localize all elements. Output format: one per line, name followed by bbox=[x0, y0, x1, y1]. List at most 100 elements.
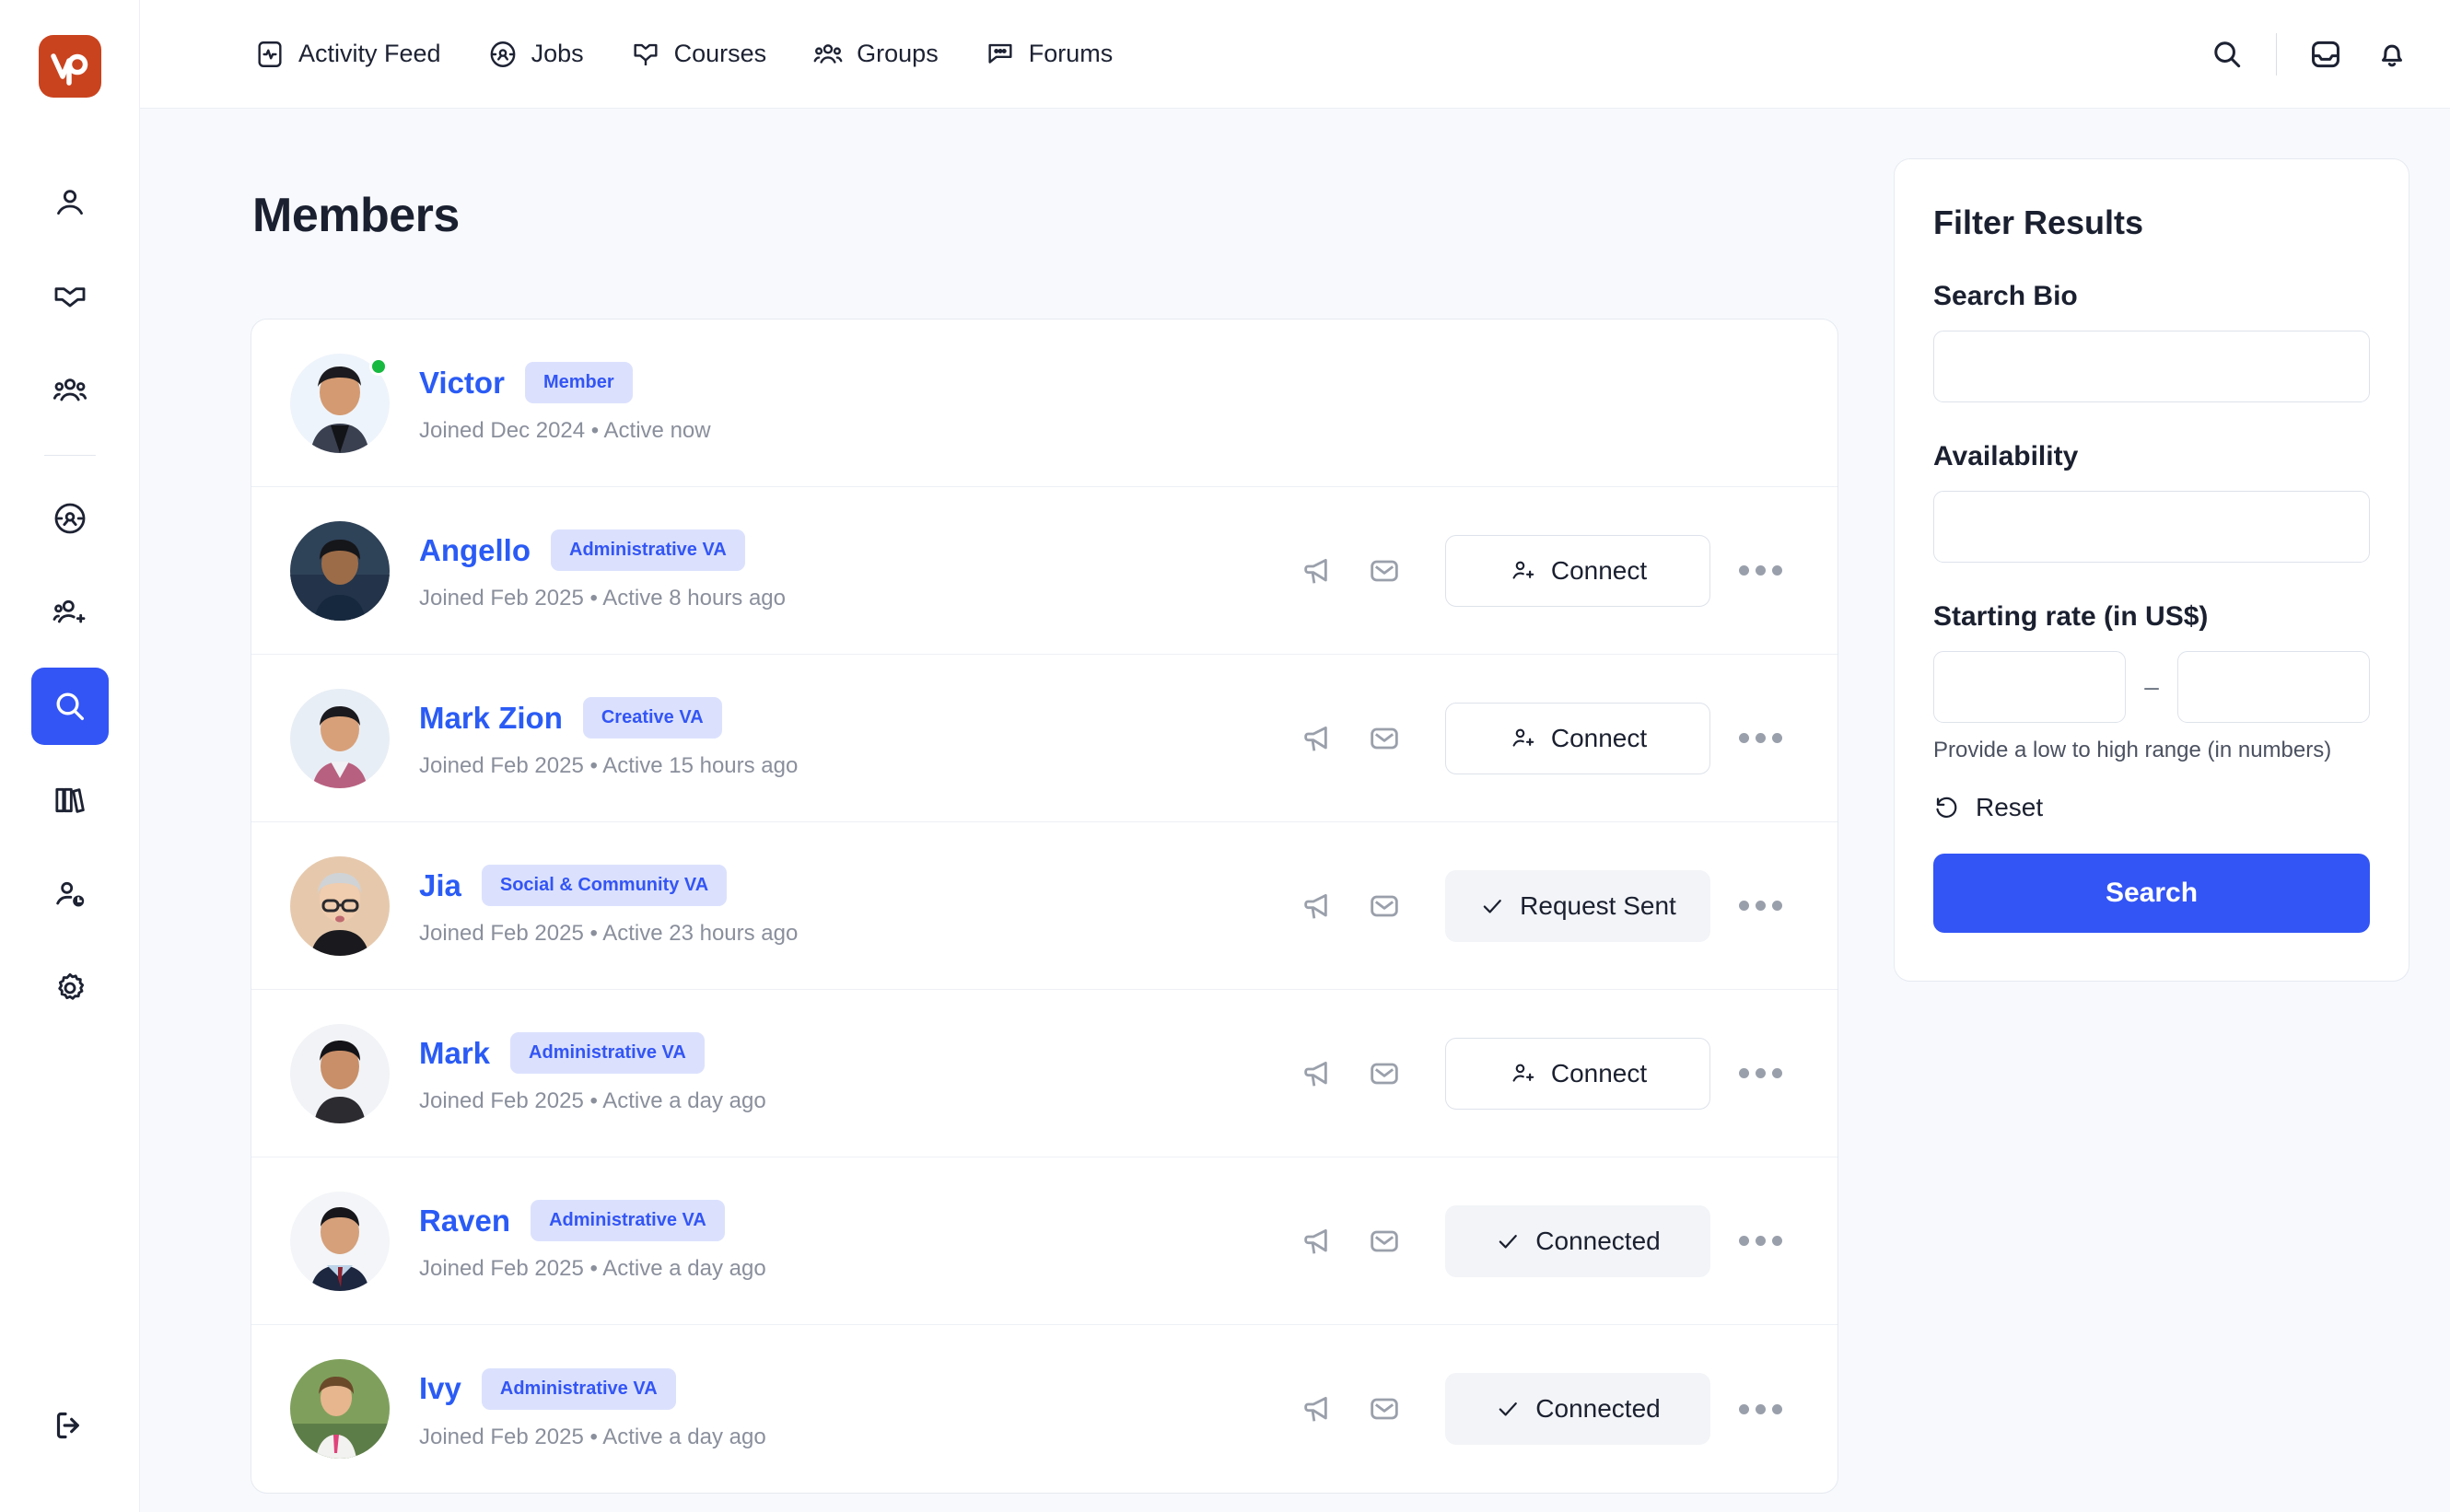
connected-button[interactable]: Connected bbox=[1445, 1373, 1710, 1445]
nav-jobs[interactable]: Jobs bbox=[487, 39, 584, 70]
table-row[interactable]: Mark Zion Creative VA Joined Feb 2025 • … bbox=[251, 655, 1838, 822]
connect-button[interactable]: Connect bbox=[1445, 702, 1710, 774]
table-row[interactable]: Victor Member Joined Dec 2024 • Active n… bbox=[251, 320, 1838, 487]
top-nav: Activity Feed Jobs Courses Groups Forums bbox=[254, 39, 1113, 70]
search-bio-label: Search Bio bbox=[1933, 281, 2078, 311]
row-actions: Connect bbox=[1285, 534, 1799, 607]
table-row[interactable]: Raven Administrative VA Joined Feb 2025 … bbox=[251, 1157, 1838, 1325]
brand-logo[interactable] bbox=[38, 35, 101, 98]
search-button[interactable]: Search bbox=[1933, 854, 2370, 933]
avatar[interactable] bbox=[290, 1023, 390, 1123]
megaphone-button[interactable] bbox=[1285, 1214, 1351, 1269]
table-row[interactable]: Ivy Administrative VA Joined Feb 2025 • … bbox=[251, 1325, 1838, 1493]
nav-label: Activity Feed bbox=[298, 40, 441, 67]
message-button[interactable] bbox=[1351, 1214, 1418, 1269]
logout-button[interactable] bbox=[31, 1387, 109, 1464]
table-row[interactable]: Angello Administrative VA Joined Feb 202… bbox=[251, 487, 1838, 655]
nav-forums[interactable]: Forums bbox=[985, 39, 1113, 70]
row-actions: Connect bbox=[1285, 702, 1799, 774]
avatar[interactable] bbox=[290, 855, 390, 956]
connect-button[interactable]: Connect bbox=[1445, 534, 1710, 607]
member-info: Victor Member Joined Dec 2024 • Active n… bbox=[419, 362, 1799, 444]
member-info: Mark Zion Creative VA Joined Feb 2025 • … bbox=[419, 697, 1285, 779]
envelope-icon bbox=[1371, 1230, 1398, 1251]
member-name[interactable]: Victor bbox=[419, 366, 505, 401]
sidebar-item-profile[interactable] bbox=[31, 164, 109, 241]
rate-min-input[interactable] bbox=[1933, 651, 2127, 723]
more-options-button[interactable] bbox=[1721, 1214, 1799, 1269]
inbox-button[interactable] bbox=[2308, 37, 2343, 72]
connected-label: Connected bbox=[1535, 1226, 1661, 1255]
open-book-icon bbox=[54, 287, 85, 308]
member-name[interactable]: Angello bbox=[419, 533, 531, 568]
nav-activity-feed[interactable]: Activity Feed bbox=[254, 39, 441, 70]
members-list: Victor Member Joined Dec 2024 • Active n… bbox=[251, 319, 1838, 1494]
nav-groups[interactable]: Groups bbox=[812, 39, 939, 70]
megaphone-icon bbox=[1304, 726, 1327, 751]
message-button[interactable] bbox=[1351, 543, 1418, 599]
member-name[interactable]: Mark bbox=[419, 1036, 490, 1071]
avatar[interactable] bbox=[290, 1359, 390, 1459]
connect-button-label: Connect bbox=[1550, 723, 1648, 752]
members-column: Members Victor Member Joined Dec 2024 • … bbox=[251, 158, 1838, 1512]
filter-column: Filter Results Search Bio Availability S… bbox=[1894, 158, 2409, 1512]
dot bbox=[1771, 1403, 1782, 1414]
envelope-icon bbox=[1371, 560, 1398, 581]
more-options-button[interactable] bbox=[1721, 711, 1799, 766]
person-clock-icon bbox=[55, 881, 84, 907]
add-person-icon bbox=[52, 599, 85, 623]
reset-button[interactable]: Reset bbox=[1933, 793, 2370, 822]
megaphone-button[interactable] bbox=[1285, 1381, 1351, 1436]
message-button[interactable] bbox=[1351, 878, 1418, 934]
name-line: Raven Administrative VA bbox=[419, 1200, 1285, 1241]
sidebar-item-groups[interactable] bbox=[31, 352, 109, 429]
dot bbox=[1771, 733, 1782, 743]
name-line: Victor Member bbox=[419, 362, 1799, 403]
avatar[interactable] bbox=[290, 1191, 390, 1291]
megaphone-button[interactable] bbox=[1285, 711, 1351, 766]
request-sent-button[interactable]: Request Sent bbox=[1445, 869, 1710, 942]
dot bbox=[1755, 733, 1766, 743]
header-search-button[interactable] bbox=[2210, 37, 2245, 72]
megaphone-button[interactable] bbox=[1285, 878, 1351, 934]
sidebar-item-settings[interactable] bbox=[31, 949, 109, 1027]
notifications-button[interactable] bbox=[2374, 37, 2409, 72]
more-options-button[interactable] bbox=[1721, 1046, 1799, 1101]
search-bio-input[interactable] bbox=[1933, 331, 2370, 402]
megaphone-button[interactable] bbox=[1285, 1046, 1351, 1101]
dot bbox=[1755, 1236, 1766, 1246]
sidebar-item-time-tracking[interactable] bbox=[31, 855, 109, 933]
dot bbox=[1771, 901, 1782, 911]
table-row[interactable]: Mark Administrative VA Joined Feb 2025 •… bbox=[251, 990, 1838, 1157]
avatar-wrap bbox=[290, 1359, 390, 1459]
name-line: Ivy Administrative VA bbox=[419, 1367, 1285, 1410]
table-row[interactable]: Jia Social & Community VA Joined Feb 202… bbox=[251, 822, 1838, 990]
availability-input[interactable] bbox=[1933, 491, 2370, 563]
sidebar-item-library[interactable] bbox=[31, 762, 109, 839]
message-button[interactable] bbox=[1351, 1046, 1418, 1101]
nav-label: Jobs bbox=[531, 40, 584, 67]
rate-max-input[interactable] bbox=[2176, 651, 2371, 723]
more-options-button[interactable] bbox=[1721, 878, 1799, 934]
connect-button[interactable]: Connect bbox=[1445, 1037, 1710, 1110]
megaphone-button[interactable] bbox=[1285, 543, 1351, 599]
dot bbox=[1738, 1068, 1749, 1078]
sidebar-item-connections[interactable] bbox=[31, 574, 109, 651]
message-button[interactable] bbox=[1351, 1381, 1418, 1436]
sidebar-item-search[interactable] bbox=[30, 668, 109, 745]
avatar[interactable] bbox=[290, 520, 390, 621]
member-name[interactable]: Jia bbox=[419, 868, 461, 903]
connected-button[interactable]: Connected bbox=[1445, 1204, 1710, 1277]
message-button[interactable] bbox=[1351, 711, 1418, 766]
member-name[interactable]: Ivy bbox=[419, 1371, 461, 1406]
nav-courses[interactable]: Courses bbox=[630, 39, 766, 70]
sidebar-item-bookmarks[interactable] bbox=[31, 258, 109, 335]
megaphone-icon bbox=[1304, 558, 1327, 584]
more-options-button[interactable] bbox=[1721, 543, 1799, 599]
sidebar-item-jobs[interactable] bbox=[31, 480, 109, 557]
member-name[interactable]: Raven bbox=[419, 1204, 510, 1239]
member-name[interactable]: Mark Zion bbox=[419, 701, 563, 736]
avatar[interactable] bbox=[290, 688, 390, 788]
reset-icon bbox=[1936, 797, 1957, 819]
more-options-button[interactable] bbox=[1721, 1381, 1799, 1436]
